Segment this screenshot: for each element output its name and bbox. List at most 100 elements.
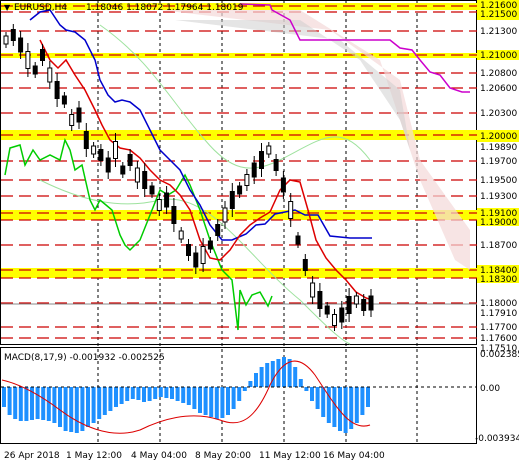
time-label-1: 1 May 12:00 [66, 451, 122, 461]
price-label-1.21000: 1.21000 [477, 50, 519, 61]
price-label-1.19500: 1.19500 [480, 176, 517, 186]
macd-bar [209, 387, 214, 417]
macd-bar [304, 387, 309, 391]
time-label-0: 26 Apr 2018 [4, 451, 60, 461]
price-label-1.18300: 1.18300 [477, 275, 519, 285]
macd-bar [220, 387, 225, 418]
macd-bar [108, 387, 113, 411]
macd-bar [119, 387, 124, 404]
svg-text:0.00: 0.00 [480, 384, 500, 394]
macd-bar [63, 387, 68, 431]
macd-bar [97, 387, 102, 419]
svg-text:1.21300: 1.21300 [480, 27, 517, 37]
price-label-1.17700: 1.17700 [480, 323, 517, 333]
main-chart-frame [0, 0, 477, 345]
macd-bar [231, 387, 236, 409]
price-label-1.17600: 1.17600 [480, 334, 517, 344]
svg-text:0.002385: 0.002385 [480, 350, 519, 360]
price-label-1.18700: 1.18700 [480, 241, 517, 251]
svg-text:1.18300: 1.18300 [480, 275, 517, 285]
macd-bar [147, 387, 152, 401]
macd-axis-zero: 0.00 [480, 384, 500, 394]
macd-bar [366, 387, 370, 407]
macd-bar [125, 387, 130, 401]
svg-text:1.19000: 1.19000 [480, 218, 517, 228]
macd-bar [321, 387, 326, 417]
svg-text:1.19890: 1.19890 [480, 143, 517, 153]
svg-text:1.18700: 1.18700 [480, 241, 517, 251]
chart-canvas: 1.21600 1.21500 1.21300 1.21000 1.20800 … [0, 0, 519, 466]
macd-bar [170, 387, 174, 399]
macd-bar [237, 387, 242, 401]
svg-text:1.19500: 1.19500 [480, 176, 517, 186]
macd-label: MACD(8,17,9) -0.001932 -0.002525 [4, 353, 165, 363]
macd-bar [153, 387, 158, 399]
price-axis: 1.21600 1.21500 1.21300 1.21000 1.20800 … [475, 0, 519, 466]
price-label-1.20300: 1.20300 [480, 109, 517, 119]
svg-text:1.17910: 1.17910 [480, 309, 517, 319]
macd-bar [58, 387, 62, 427]
macd-bar [41, 387, 46, 420]
price-label-1.17910: 1.17910 [480, 309, 517, 319]
price-label-1.20600: 1.20600 [480, 84, 517, 94]
macd-bar [198, 387, 202, 413]
macd-bar [343, 387, 348, 433]
macd-bar [192, 387, 197, 409]
macd-bar [242, 387, 247, 391]
svg-text:1.17700: 1.17700 [480, 323, 517, 333]
macd-bar [18, 387, 23, 421]
price-label-1.19890: 1.19890 [480, 143, 517, 153]
svg-text:1.20300: 1.20300 [480, 109, 517, 119]
macd-bar [181, 387, 186, 403]
macd-bar [282, 357, 286, 387]
macd-bar [142, 387, 146, 402]
symbol-label: EURUSD,H4 [14, 3, 67, 13]
macd-bar [7, 387, 12, 415]
macd-bar [360, 387, 365, 415]
macd-bar [130, 387, 135, 399]
macd-bar [259, 367, 264, 387]
time-axis: 26 Apr 2018 1 May 12:00 4 May 04:00 8 Ma… [4, 451, 385, 461]
macd-bar [214, 387, 219, 419]
chart-header: ▼ EURUSD,H4 1.18046 1.18072 1.17964 1.18… [4, 3, 244, 13]
svg-text:1.18000: 1.18000 [480, 299, 517, 309]
macd-bar [265, 363, 270, 387]
svg-text:1.19300: 1.19300 [480, 192, 517, 202]
macd-bar [293, 367, 298, 387]
svg-text:-0.003934: -0.003934 [475, 434, 519, 444]
macd-bar [186, 387, 191, 405]
price-label-1.19700: 1.19700 [480, 157, 517, 167]
macd-bar [298, 379, 303, 387]
time-label-3: 8 May 20:00 [195, 451, 251, 461]
quote-label: 1.18046 1.18072 1.17964 1.18019 [86, 3, 244, 13]
macd-bar [86, 387, 90, 427]
macd-bar [24, 387, 29, 421]
time-label-5: 16 May 04:00 [323, 451, 385, 461]
macd-bar [332, 387, 337, 427]
svg-text:1.20600: 1.20600 [480, 84, 517, 94]
price-label-1.20000: 1.20000 [477, 130, 519, 142]
price-label-1.18000: 1.18000 [480, 299, 517, 309]
svg-text:1.20000: 1.20000 [480, 132, 517, 142]
macd-bar [35, 387, 40, 419]
macd-bar [91, 387, 96, 423]
price-label-1.19300: 1.19300 [480, 192, 517, 202]
macd-bar [315, 387, 320, 409]
price-label-1.19000: 1.19000 [477, 218, 519, 228]
macd-bar [13, 387, 18, 419]
svg-text:1.21500: 1.21500 [480, 10, 517, 20]
macd-bar [74, 387, 79, 433]
macd-bar [164, 387, 169, 398]
svg-text:1.21000: 1.21000 [480, 51, 517, 61]
time-label-2: 4 May 04:00 [131, 451, 187, 461]
symbol-icon: ▼ [4, 3, 11, 12]
macd-bar [102, 387, 107, 415]
macd-bar [136, 387, 141, 400]
macd-axis-bottom: -0.003934 [475, 434, 519, 444]
macd-bar [248, 381, 253, 387]
macd-bar [46, 387, 51, 421]
price-label-1.21500: 1.21500 [477, 10, 519, 20]
svg-text:1.20800: 1.20800 [480, 69, 517, 79]
svg-text:1.19700: 1.19700 [480, 157, 517, 167]
macd-bar [2, 387, 6, 407]
